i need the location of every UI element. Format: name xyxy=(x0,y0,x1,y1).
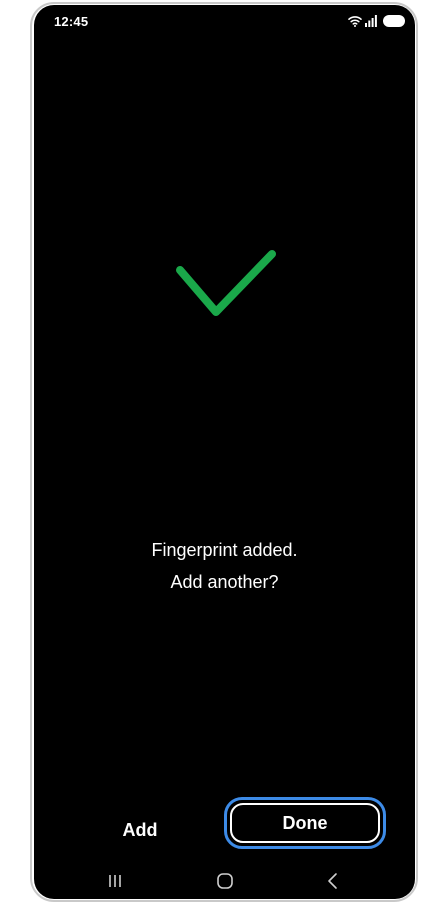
status-bar: 12:45 xyxy=(34,5,415,39)
recent-apps-icon[interactable] xyxy=(95,867,135,895)
done-button-label: Done xyxy=(230,803,380,843)
back-icon[interactable] xyxy=(313,867,353,895)
phone-screen: 12:45 Fingerprint added. Add another? Ad… xyxy=(34,5,415,899)
message-line-1: Fingerprint added. xyxy=(151,540,298,560)
add-button[interactable]: Add xyxy=(106,810,174,850)
wifi-icon xyxy=(348,15,362,27)
done-button[interactable]: Done xyxy=(224,797,386,849)
navigation-bar xyxy=(34,863,415,899)
checkmark-icon xyxy=(174,248,278,322)
status-time: 12:45 xyxy=(54,14,89,29)
success-message: Fingerprint added. Add another? xyxy=(34,534,415,598)
battery-icon xyxy=(383,15,405,27)
status-icons xyxy=(348,14,405,28)
signal-icon xyxy=(365,15,377,27)
home-icon[interactable] xyxy=(205,867,245,895)
message-line-2: Add another? xyxy=(170,572,279,592)
